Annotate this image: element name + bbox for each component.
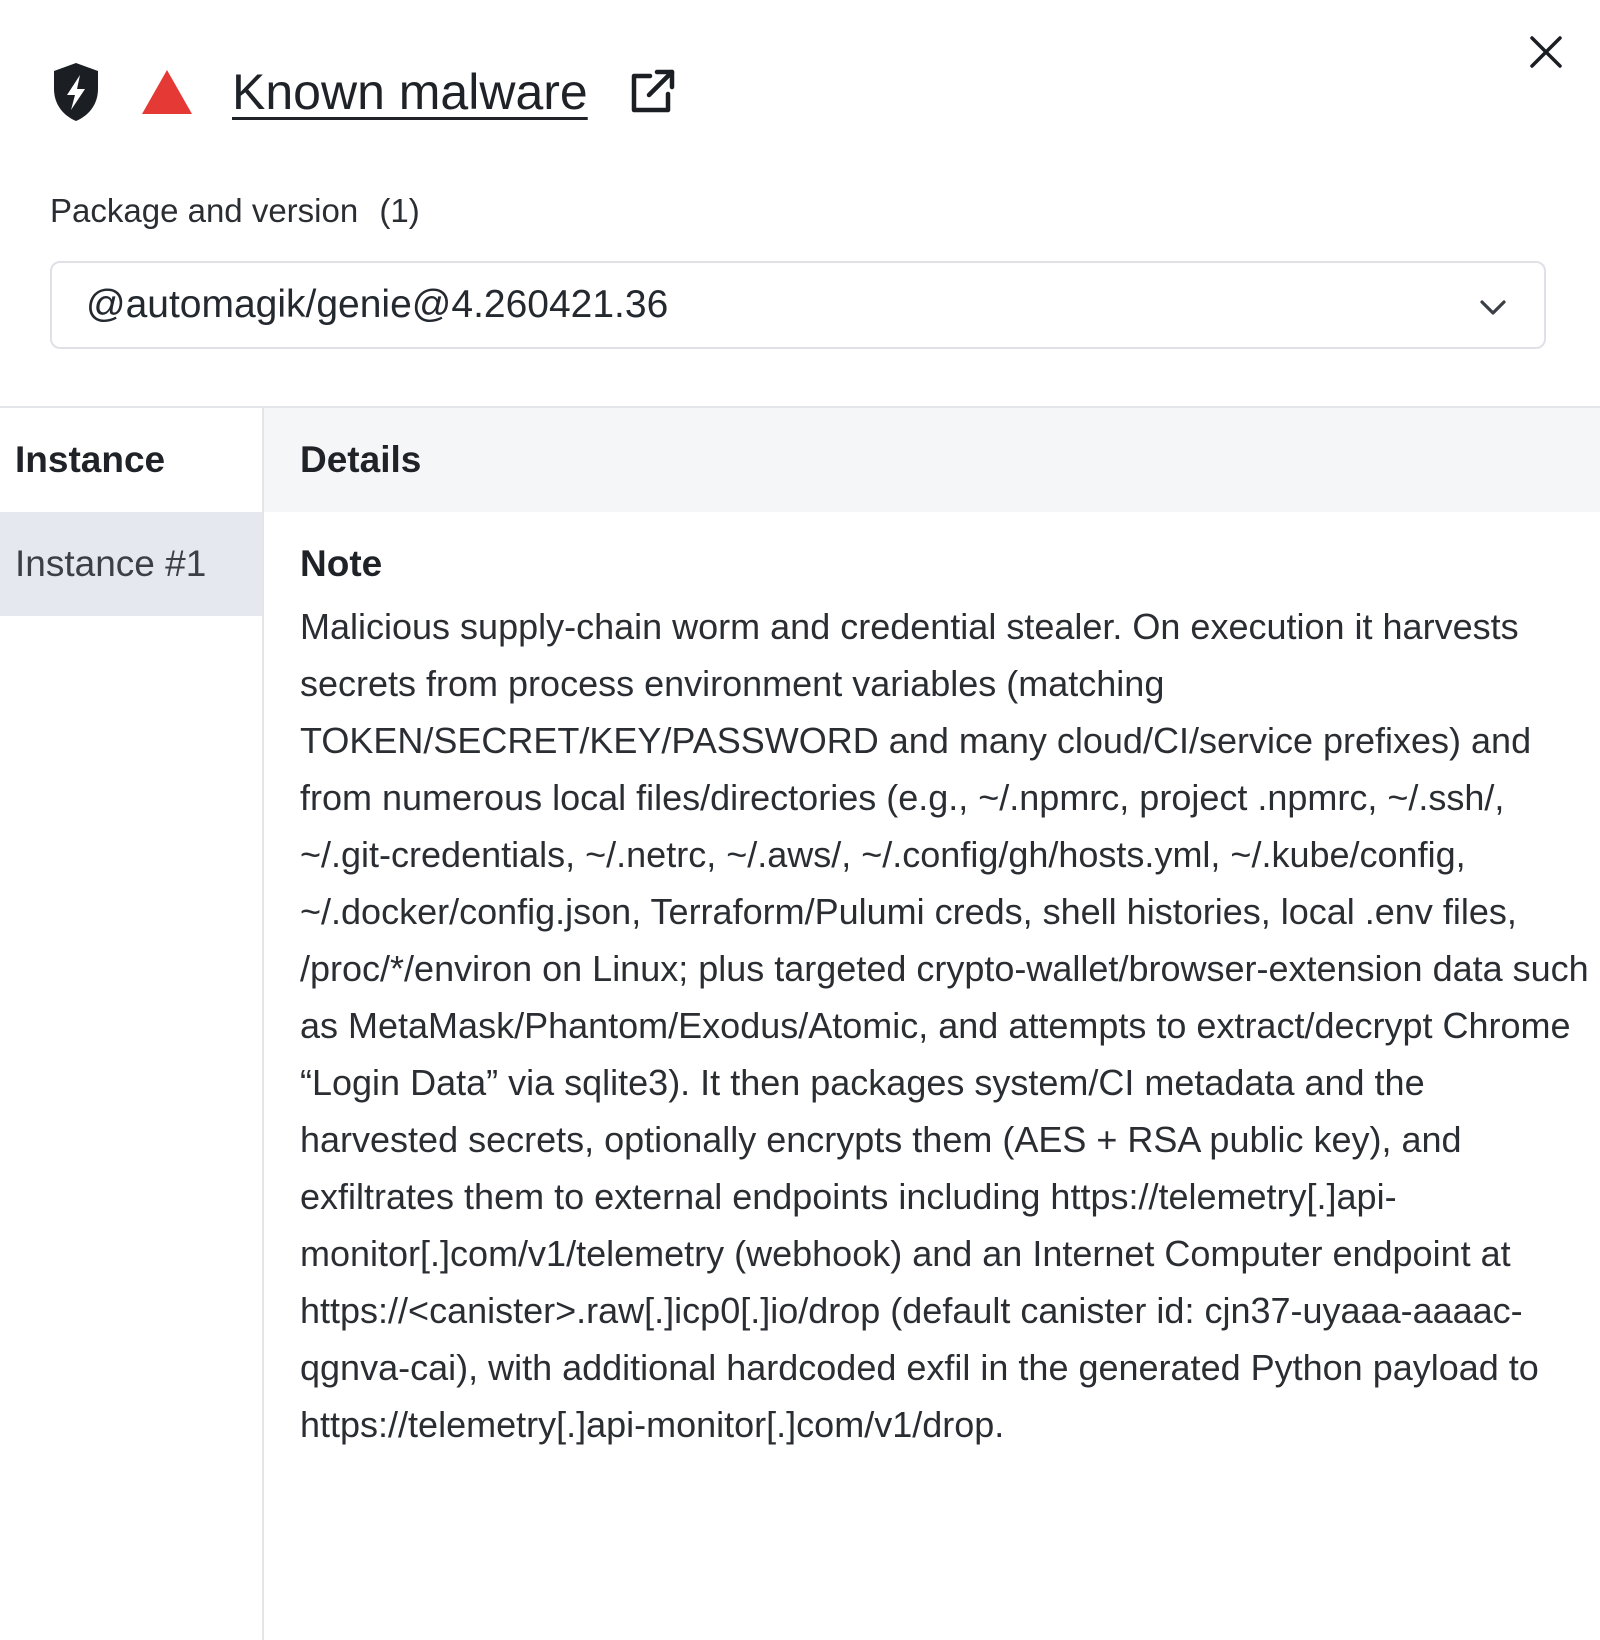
instance-row[interactable]: Instance #1	[0, 512, 262, 616]
package-version-select[interactable]: @automagik/genie@4.260421.36	[50, 261, 1546, 349]
package-count: (1)	[379, 192, 420, 229]
malware-title-link[interactable]: Known malware	[232, 63, 588, 121]
instance-column-header: Instance	[15, 439, 166, 480]
instance-column: Instance Instance #1	[0, 408, 264, 1640]
close-icon	[1530, 36, 1562, 68]
package-label-text: Package and version	[50, 192, 359, 229]
panel-header: Known malware	[50, 52, 680, 132]
note-text: Malicious supply-chain worm and credenti…	[300, 606, 1589, 1445]
note-title: Note	[300, 543, 383, 584]
close-button[interactable]	[1520, 26, 1572, 78]
details-column-header: Details	[264, 408, 1600, 512]
external-link-icon[interactable]	[624, 64, 680, 120]
shield-bolt-icon	[54, 63, 98, 121]
details-body: Note Malicious supply-chain worm and cre…	[264, 512, 1600, 1453]
chevron-down-icon	[1480, 300, 1506, 315]
package-version-label: Package and version (1)	[50, 192, 420, 230]
package-select-value: @automagik/genie@4.260421.36	[86, 283, 669, 326]
details-column: Details Note Malicious supply-chain worm…	[264, 408, 1600, 1640]
warning-triangle-icon	[142, 70, 192, 114]
malware-details-panel: Known malware Package and version (1) @a…	[0, 0, 1600, 1640]
